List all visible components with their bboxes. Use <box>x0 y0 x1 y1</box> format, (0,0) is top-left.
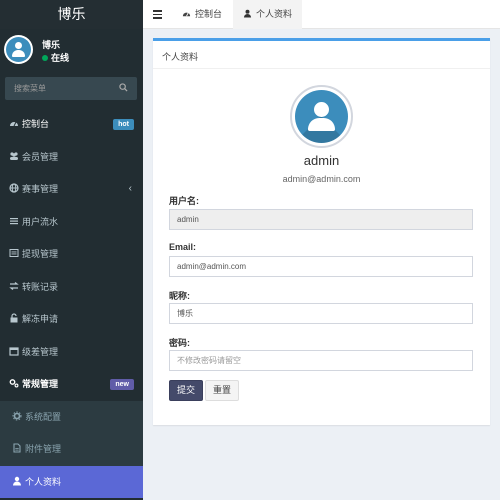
sidebar-item-profile[interactable]: 个人资料 <box>0 465 143 498</box>
sidebar-item-label: 转账记录 <box>22 281 59 292</box>
password-label: 密码: <box>169 338 190 348</box>
user-avatar <box>4 35 33 64</box>
calendar-icon <box>9 346 19 356</box>
search-placeholder: 搜索菜单 <box>14 84 46 93</box>
profile-avatar[interactable] <box>290 85 353 148</box>
online-dot-icon <box>42 55 48 61</box>
user-status: 在线 <box>42 51 69 64</box>
sidebar-item-general[interactable]: 常规管理 new <box>0 368 143 401</box>
globe-icon <box>9 183 19 193</box>
profile-name: admin <box>303 153 340 168</box>
cog-icon <box>12 411 22 420</box>
sidebar-search-input[interactable]: 搜索菜单 <box>5 77 137 100</box>
sidebar-item-withdrawals[interactable]: 提现管理 <box>0 238 143 271</box>
sidebar-item-label: 会员管理 <box>22 151 59 162</box>
profile-email: admin@admin.com <box>282 174 361 184</box>
chevron-left-icon: ‹ <box>128 183 132 194</box>
tab-label: 个人资料 <box>256 9 293 19</box>
sidebar-item-user-flow[interactable]: 用户流水 <box>0 206 143 239</box>
tab-dashboard[interactable]: 控制台 <box>171 0 233 29</box>
sidebar-item-label: 系统配置 <box>25 411 62 422</box>
sidebar-item-label: 解冻申请 <box>22 314 59 324</box>
sidebar-item-transfers[interactable]: 转账记录 <box>0 271 143 304</box>
password-field[interactable]: 不修改密码请留空 <box>169 350 473 371</box>
list-alt-icon <box>9 249 19 257</box>
email-label: Email: <box>169 242 197 252</box>
file-icon <box>13 443 21 453</box>
list-icon <box>10 217 18 224</box>
sidebar-item-unfreeze[interactable]: 解冻申请 <box>0 303 143 336</box>
user-icon <box>13 476 21 485</box>
sidebar-item-dashboard[interactable]: 控制台 hot <box>0 108 143 141</box>
hot-badge: hot <box>113 119 134 130</box>
user-status-text: 在线 <box>51 53 70 63</box>
profile-box: 个人资料 admin admin@admin.com 用户名: admin Em… <box>153 38 490 425</box>
users-icon <box>10 151 18 160</box>
sidebar-item-label: 附件管理 <box>25 444 62 454</box>
box-title: 个人资料 <box>162 52 199 62</box>
sidebar: 博乐 博乐 在线 搜索菜单 控制台 hot 会员管理 赛事管理 ‹ 用户流水 提… <box>0 0 143 500</box>
sidebar-item-label: 级差管理 <box>22 346 59 357</box>
username-field[interactable]: admin <box>169 209 473 230</box>
sidebar-item-system-config[interactable]: 系统配置 <box>0 400 143 433</box>
dashboard-icon <box>182 12 191 17</box>
sidebar-item-members[interactable]: 会员管理 <box>0 141 143 174</box>
tab-profile[interactable]: 个人资料 <box>233 0 303 29</box>
dashboard-icon <box>10 121 18 127</box>
user-icon <box>243 9 252 18</box>
user-panel: 博乐 在线 <box>0 29 143 71</box>
new-badge: new <box>110 379 134 390</box>
sidebar-item-label: 赛事管理 <box>22 184 59 194</box>
sidebar-item-label: 常规管理 <box>22 379 59 389</box>
sidebar-item-events[interactable]: 赛事管理 ‹ <box>0 173 143 206</box>
sidebar-item-label: 提现管理 <box>22 249 59 259</box>
user-name: 博乐 <box>42 40 61 50</box>
sidebar-item-label: 用户流水 <box>22 216 59 227</box>
unlock-icon <box>10 313 18 323</box>
sidebar-item-label: 控制台 <box>22 119 50 129</box>
app-logo[interactable]: 博乐 <box>0 0 143 29</box>
divider <box>153 68 490 69</box>
submit-button[interactable]: 提交 <box>169 380 204 401</box>
cogs-icon <box>9 379 19 388</box>
sidebar-item-label: 个人资料 <box>25 476 62 487</box>
sidebar-item-level-diff[interactable]: 级差管理 <box>0 336 143 369</box>
exchange-icon <box>9 281 19 290</box>
sidebar-item-attachments[interactable]: 附件管理 <box>0 433 143 466</box>
sidebar-menu: 控制台 hot 会员管理 赛事管理 ‹ 用户流水 提现管理 转账记录 解冻申请 … <box>0 108 143 498</box>
tab-label: 控制台 <box>195 9 223 19</box>
search-icon[interactable] <box>119 83 128 92</box>
top-navbar: 控制台 个人资料 <box>143 0 500 29</box>
nickname-field[interactable]: 博乐 <box>169 303 473 324</box>
email-field[interactable]: admin@admin.com <box>169 256 473 277</box>
menu-toggle-icon[interactable] <box>153 10 162 19</box>
username-label: 用户名: <box>169 196 199 206</box>
nickname-label: 昵称: <box>169 291 190 301</box>
reset-button[interactable]: 重置 <box>205 380 240 401</box>
